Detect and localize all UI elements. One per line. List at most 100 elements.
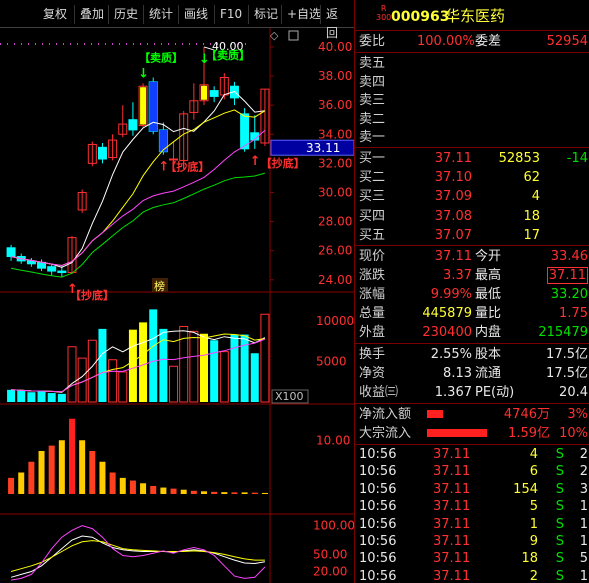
tick-volume: 4 (529, 447, 538, 462)
sell-row[interactable]: 卖一 (355, 128, 589, 147)
toolbar-tongji-button[interactable]: 统计 (143, 5, 178, 24)
kline-chart-svg[interactable]: ◇ 40.00 38.00 36.00 34.00 32.00 30.00 28.00 26.0… (0, 28, 354, 583)
toolbar-fanhui-button[interactable]: 返回 (320, 5, 354, 40)
sell-row[interactable]: 卖五 (355, 54, 589, 73)
diamond-icon[interactable]: ◇ (270, 29, 279, 42)
divider (355, 30, 589, 31)
candle-body[interactable] (209, 90, 219, 97)
indicator-bar (48, 445, 55, 494)
buy-row-label: 买四 (359, 208, 386, 224)
volume-tick-label: 5000 (316, 354, 347, 368)
buy-row[interactable]: 买五 37.07 17 (355, 226, 589, 245)
volume-bar (128, 329, 137, 402)
jinkai-label: 今开 (475, 249, 502, 264)
price-tick-label: 32.00 (318, 156, 352, 170)
price-tick-label: 28.00 (318, 215, 352, 229)
tick-price: 37.11 (433, 464, 471, 480)
tick-count: 1 (579, 516, 588, 532)
quote-row-1: 现价 37.11 今开 33.46 (355, 247, 589, 266)
weicha-label: 委差 (475, 34, 502, 49)
price-tick-label: 24.00 (318, 273, 352, 287)
tick-count: 3 (579, 481, 588, 497)
candle-body[interactable] (57, 270, 67, 274)
toolbar-lishi-button[interactable]: 历史 (108, 5, 143, 24)
current-price-label: 33.11 (306, 141, 340, 155)
indicator-bar (211, 491, 218, 494)
kline-chart-area[interactable]: ◇ 40.00 38.00 36.00 34.00 32.00 30.00 28.00 26.0… (0, 28, 354, 583)
sell-row[interactable]: 卖二 (355, 110, 589, 129)
indicator-bar (109, 472, 116, 494)
candle-body[interactable] (128, 119, 138, 131)
sell-row-label: 卖二 (359, 111, 386, 127)
tick-row: 10:56 37.11 9 S 1 (355, 533, 589, 550)
buy-row[interactable]: 买四 37.08 18 (355, 207, 589, 226)
buy-row-price: 37.08 (434, 208, 472, 224)
volume-bar (108, 359, 118, 403)
buy-row-label: 买三 (359, 189, 386, 205)
volume-bar (57, 393, 66, 402)
buy-arrow-icon: ↑ (250, 154, 261, 169)
quote-row-5: 外盘 230400 内盘 215479 (355, 323, 589, 342)
tick-side: S (555, 516, 564, 532)
sell-row[interactable]: 卖四 (355, 73, 589, 92)
big-flow-pct: 10% (559, 426, 588, 441)
tick-row: 10:56 37.11 1 S 1 (355, 516, 589, 533)
indicator-bar (119, 477, 126, 494)
guben-value: 17.5亿 (546, 347, 588, 362)
tick-row: 10:56 37.11 5 S 1 (355, 498, 589, 515)
buy-row-vol: 52853 (498, 151, 540, 166)
buy-row-vol: 17 (523, 227, 540, 243)
indicator-bar (170, 488, 177, 494)
tick-side: S (555, 534, 564, 549)
toolbar-f10-button[interactable]: F10 (214, 5, 247, 24)
zhangfu-label: 涨幅 (359, 287, 386, 302)
candle-body[interactable] (6, 247, 16, 258)
stock-code: 000963 (391, 9, 450, 25)
buy-row[interactable]: 买二 37.10 62 (355, 168, 589, 187)
quote-row-3: 涨幅 9.99% 最低 33.20 (355, 285, 589, 304)
tick-volume: 18 (521, 551, 538, 567)
buy-row-price: 37.09 (434, 189, 472, 205)
divider (355, 444, 589, 445)
big-flow-value: 1.59亿 (508, 426, 550, 441)
candle-body[interactable] (97, 146, 107, 160)
tick-volume: 154 (513, 481, 538, 497)
volume-bar (7, 389, 16, 402)
toolbar-diejia-button[interactable]: 叠加 (74, 5, 109, 24)
sell-row-label: 卖一 (359, 130, 386, 146)
buy-row-label: 买二 (359, 170, 386, 186)
shouyi-label: 收益㈢ (359, 385, 399, 400)
divider (355, 147, 589, 148)
volume-tick-label: 10000 (316, 314, 354, 328)
sell-arrow-icon: ↓ (138, 66, 149, 81)
price-tick-label: 38.00 (318, 69, 352, 83)
liangbi-value: 1.75 (559, 306, 588, 321)
quote-row-2: 涨跌 3.37 最高 37.11 (355, 266, 589, 285)
sell-row[interactable]: 卖三 (355, 91, 589, 110)
toolbar-fuquan-button[interactable]: 复权 (38, 5, 72, 24)
zhangfu-value: 9.99% (430, 287, 472, 302)
candle-body[interactable] (240, 113, 250, 150)
toolbar-biaoji-button[interactable]: 标记 (248, 5, 283, 24)
buy-row[interactable]: 买一 37.11 52853 -14 (355, 149, 589, 168)
volume-bar (87, 339, 97, 403)
weibi-row: 委比 100.00% 委差 52954 (355, 32, 589, 51)
buy-row-price: 37.07 (434, 227, 472, 243)
indicator-bar (99, 461, 106, 494)
volume-bar (47, 393, 56, 402)
big-flow-row: 大宗流入 1.59亿 10% (355, 424, 589, 443)
volume-bar (260, 313, 270, 403)
neipan-value: 215479 (538, 325, 588, 340)
candle-body[interactable] (47, 266, 57, 272)
volume-bar (169, 365, 179, 403)
tick-row: 10:56 37.11 4 S 2 (355, 446, 589, 463)
tick-time: 10:56 (359, 568, 397, 583)
tick-price: 37.11 (433, 534, 471, 549)
indicator-bar (18, 472, 25, 494)
panel-toggle-icon[interactable] (288, 30, 299, 41)
big-flow-bar (427, 429, 487, 437)
buy-row[interactable]: 买三 37.09 4 (355, 187, 589, 206)
highlight-candle-body (159, 129, 168, 152)
tick-side: S (555, 481, 564, 497)
toolbar-huaxian-button[interactable]: 画线 (178, 5, 213, 24)
